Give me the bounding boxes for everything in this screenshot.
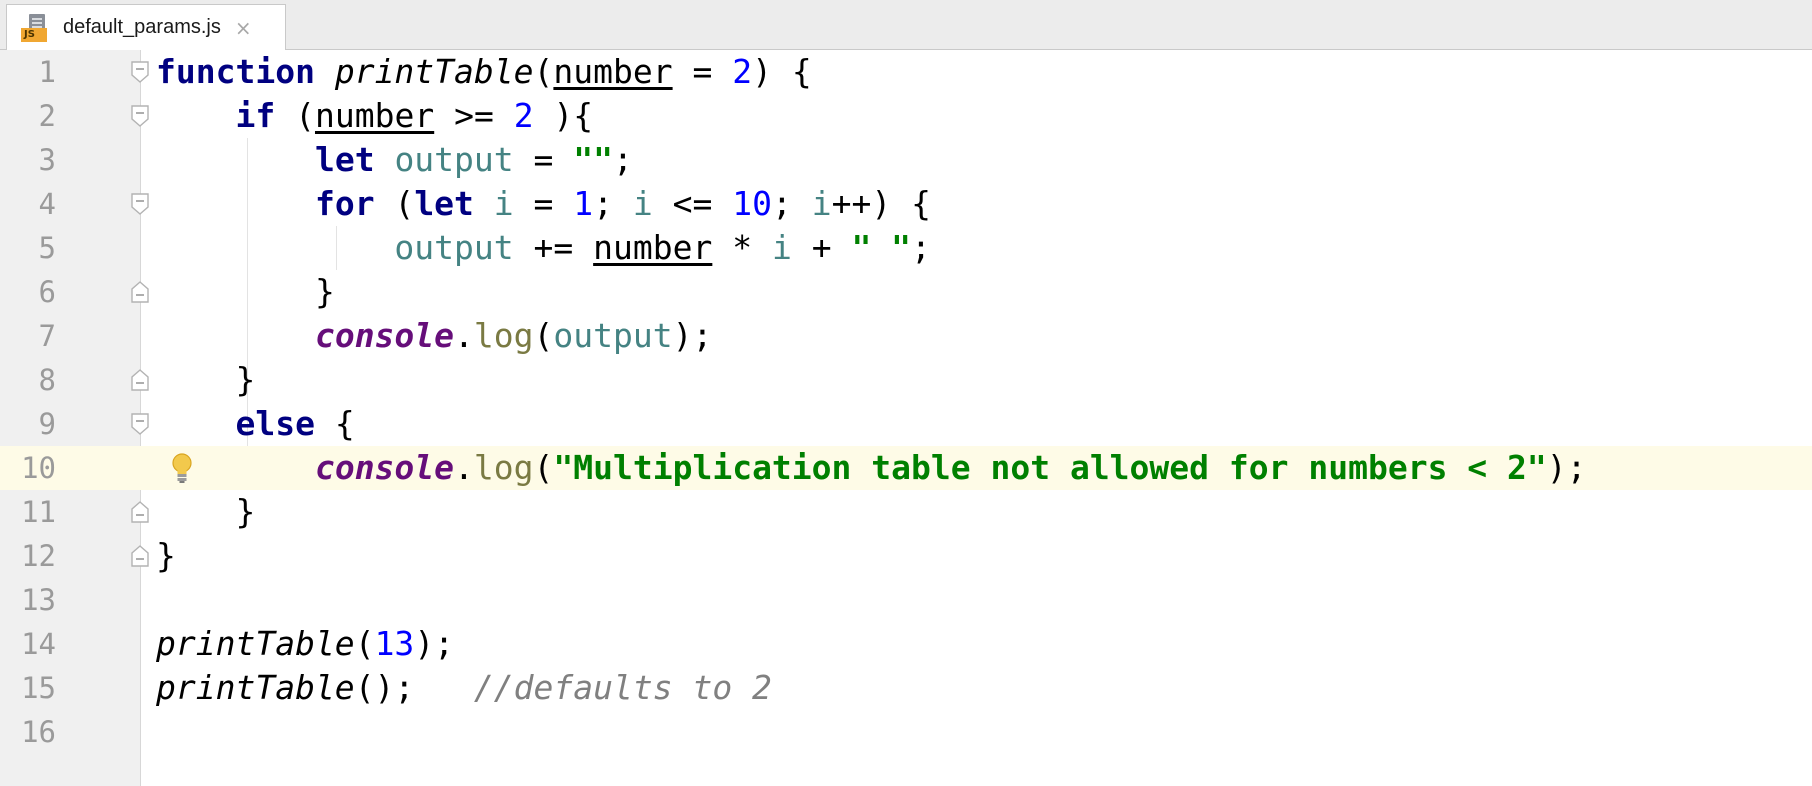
code-text: output += number * i + " "; bbox=[394, 228, 931, 267]
code-text: if (number >= 2 ){ bbox=[235, 96, 594, 135]
fold-marker-icon[interactable] bbox=[131, 501, 149, 523]
code-text: for (let i = 1; i <= 10; i++) { bbox=[314, 184, 931, 223]
code-text: } bbox=[156, 360, 256, 399]
code-line-16[interactable]: 16 bbox=[0, 710, 1812, 754]
code-line-6[interactable]: 6 } bbox=[0, 270, 1812, 314]
code-text: } bbox=[156, 536, 176, 575]
code-text: printTable(); //defaults to 2 bbox=[156, 668, 772, 707]
code-line-1[interactable]: 1 function printTable(number = 2) { bbox=[0, 50, 1812, 94]
line-number: 3 bbox=[38, 143, 56, 177]
code-line-11[interactable]: 11 } bbox=[0, 490, 1812, 534]
line-number: 12 bbox=[21, 539, 56, 573]
js-file-icon: JS bbox=[21, 12, 51, 44]
tab-default-params-js[interactable]: JS default_params.js × bbox=[6, 4, 286, 50]
tab-bar: JS default_params.js × bbox=[0, 0, 1812, 50]
fold-marker-icon[interactable] bbox=[131, 369, 149, 391]
line-number: 13 bbox=[21, 583, 56, 617]
line-number: 8 bbox=[38, 363, 56, 397]
code-text: console.log("Multiplication table not al… bbox=[314, 448, 1587, 487]
code-line-10[interactable]: 10 console.log("Multiplication table not… bbox=[0, 446, 1812, 490]
line-number: 10 bbox=[21, 451, 56, 485]
close-icon[interactable]: × bbox=[235, 16, 252, 40]
code-text: printTable(13); bbox=[156, 624, 455, 663]
fold-marker-icon[interactable] bbox=[131, 61, 149, 83]
code-text: let output = ""; bbox=[314, 140, 633, 179]
code-line-8[interactable]: 8 } bbox=[0, 358, 1812, 402]
editor-window: JS default_params.js × 1 function printT… bbox=[0, 0, 1812, 786]
line-number: 16 bbox=[21, 715, 56, 749]
code-text: else { bbox=[235, 404, 355, 443]
line-number: 15 bbox=[21, 671, 56, 705]
code-text: console.log(output); bbox=[314, 316, 713, 355]
code-text: function printTable(number = 2) { bbox=[156, 52, 812, 91]
line-number: 14 bbox=[21, 627, 56, 661]
line-number: 2 bbox=[38, 99, 56, 133]
js-file-badge: JS bbox=[21, 27, 47, 42]
code-line-9[interactable]: 9 else { bbox=[0, 402, 1812, 446]
line-number: 11 bbox=[21, 495, 56, 529]
code-line-5[interactable]: 5 output += number * i + " "; bbox=[0, 226, 1812, 270]
fold-marker-icon[interactable] bbox=[131, 281, 149, 303]
line-number: 4 bbox=[38, 187, 56, 221]
code-line-13[interactable]: 13 bbox=[0, 578, 1812, 622]
line-number: 7 bbox=[38, 319, 56, 353]
code-line-7[interactable]: 7 console.log(output); bbox=[0, 314, 1812, 358]
line-number: 1 bbox=[38, 55, 56, 89]
code-line-2[interactable]: 2 if (number >= 2 ){ bbox=[0, 94, 1812, 138]
code-line-4[interactable]: 4 for (let i = 1; i <= 10; i++) { bbox=[0, 182, 1812, 226]
line-number: 5 bbox=[38, 231, 56, 265]
code-line-3[interactable]: 3 let output = ""; bbox=[0, 138, 1812, 182]
code-line-15[interactable]: 15 printTable(); //defaults to 2 bbox=[0, 666, 1812, 710]
tab-title: default_params.js bbox=[63, 16, 221, 38]
code-text: } bbox=[156, 272, 335, 311]
fold-marker-icon[interactable] bbox=[131, 413, 149, 435]
code-line-12[interactable]: 12 } bbox=[0, 534, 1812, 578]
fold-marker-icon[interactable] bbox=[131, 193, 149, 215]
line-number: 9 bbox=[38, 407, 56, 441]
code-line-14[interactable]: 14 printTable(13); bbox=[0, 622, 1812, 666]
fold-marker-icon[interactable] bbox=[131, 105, 149, 127]
line-number: 6 bbox=[38, 275, 56, 309]
code-text: } bbox=[156, 492, 256, 531]
code-editor[interactable]: 1 function printTable(number = 2) { 2 if… bbox=[0, 50, 1812, 786]
fold-marker-icon[interactable] bbox=[131, 545, 149, 567]
